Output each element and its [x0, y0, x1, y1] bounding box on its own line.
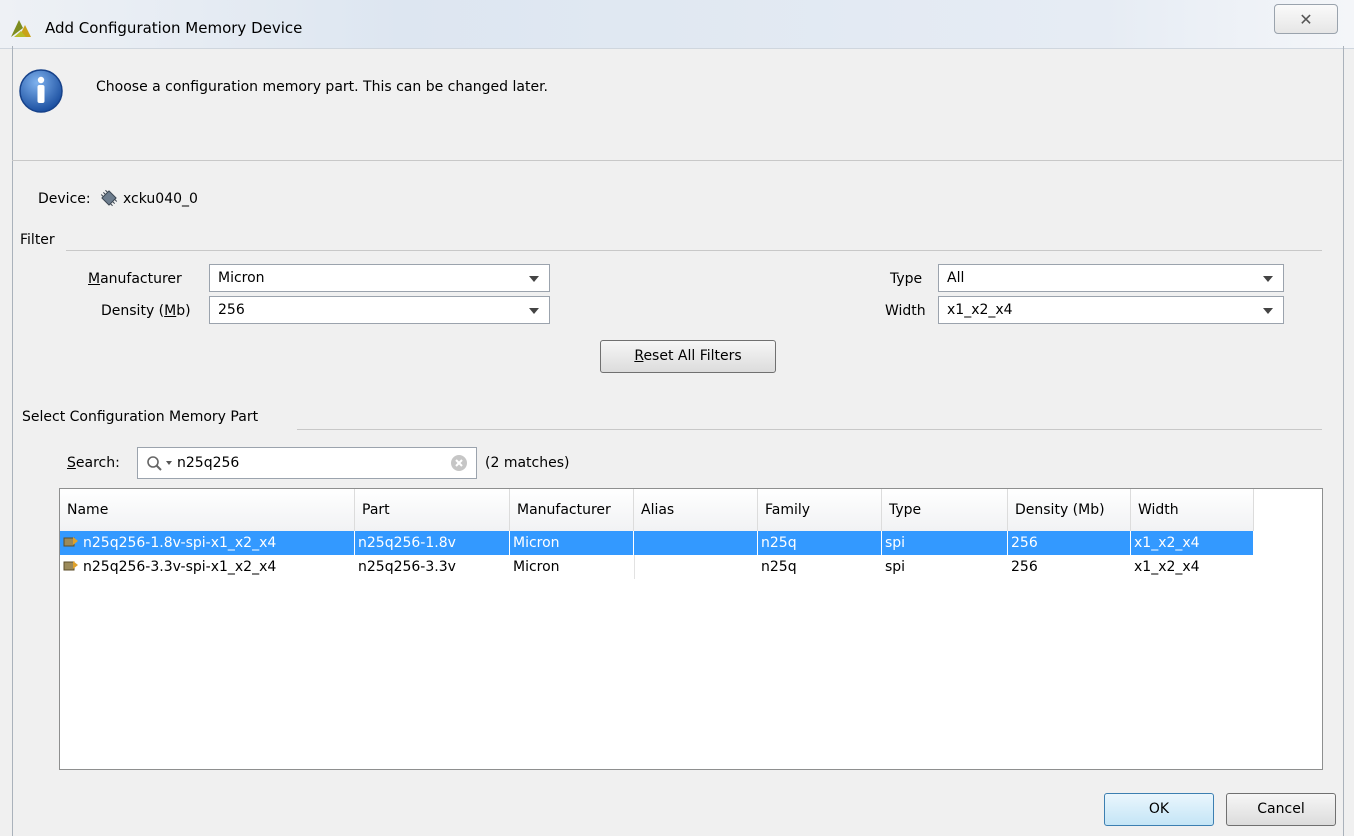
search-options-icon[interactable] [166, 461, 172, 465]
column-header-part[interactable]: Part [355, 489, 510, 531]
type-label: Type [890, 271, 923, 287]
column-header-width[interactable]: Width [1131, 489, 1254, 531]
device-value: xcku040_0 [123, 191, 198, 207]
parts-table: Name Part Manufacturer Alias Family Type… [59, 488, 1323, 770]
table-header: Name Part Manufacturer Alias Family Type… [60, 489, 1254, 532]
chevron-down-icon [529, 276, 539, 282]
search-label: Search: [67, 455, 120, 471]
table-row[interactable]: n25q256-1.8v-spi-x1_x2_x4 n25q256-1.8v M… [60, 531, 1254, 555]
info-message: Choose a configuration memory part. This… [96, 79, 548, 95]
cell-type: spi [882, 531, 1008, 555]
density-value: 256 [218, 302, 245, 318]
cell-manufacturer: Micron [510, 531, 634, 555]
column-header-alias[interactable]: Alias [634, 489, 758, 531]
vivado-logo-icon [11, 20, 31, 37]
clear-search-icon[interactable] [450, 454, 468, 472]
close-icon: ✕ [1299, 9, 1313, 29]
info-icon [19, 69, 63, 113]
cell-part: n25q256-1.8v [355, 531, 510, 555]
cell-family: n25q [758, 531, 882, 555]
column-header-family[interactable]: Family [758, 489, 882, 531]
device-label: Device: [38, 191, 91, 207]
chevron-down-icon [1263, 276, 1273, 282]
window-title: Add Configuration Memory Device [45, 19, 303, 37]
memory-part-icon [63, 561, 78, 571]
cell-density: 256 [1008, 531, 1131, 555]
cell-family: n25q [761, 559, 797, 575]
column-header-name[interactable]: Name [60, 489, 355, 531]
filter-section-label: Filter [20, 232, 55, 248]
density-select[interactable]: 256 [209, 296, 550, 324]
search-icon [147, 456, 162, 471]
cell-width: x1_x2_x4 [1131, 531, 1254, 555]
chevron-down-icon [529, 308, 539, 314]
density-label: Density (Mb) [101, 303, 191, 319]
manufacturer-select[interactable]: Micron [209, 264, 550, 292]
width-select[interactable]: x1_x2_x4 [938, 296, 1284, 324]
chip-icon [100, 189, 118, 207]
search-input[interactable]: n25q256 [137, 447, 477, 479]
header-divider [12, 160, 1342, 161]
reset-all-filters-button[interactable]: Reset All Filters [600, 340, 776, 373]
title-bar: Add Configuration Memory Device ✕ [0, 0, 1354, 49]
type-select[interactable]: All [938, 264, 1284, 292]
width-label: Width [885, 303, 926, 319]
cell-part: n25q256-3.3v [358, 559, 456, 575]
cell-alias [634, 555, 758, 579]
width-value: x1_x2_x4 [947, 302, 1013, 318]
manufacturer-value: Micron [218, 270, 265, 286]
search-value: n25q256 [177, 455, 240, 471]
cell-name: n25q256-3.3v-spi-x1_x2_x4 [60, 555, 355, 579]
cell-alias [634, 531, 758, 555]
type-value: All [947, 270, 965, 286]
column-header-manufacturer[interactable]: Manufacturer [510, 489, 634, 531]
cell-type: spi [885, 559, 906, 575]
cell-width: x1_x2_x4 [1134, 559, 1200, 575]
parts-divider [297, 429, 1322, 430]
column-header-type[interactable]: Type [882, 489, 1008, 531]
cell-density: 256 [1011, 559, 1038, 575]
cell-name: n25q256-1.8v-spi-x1_x2_x4 [60, 531, 355, 555]
ok-button[interactable]: OK [1104, 793, 1214, 826]
parts-section-label: Select Configuration Memory Part [22, 409, 259, 425]
close-button[interactable]: ✕ [1274, 4, 1338, 34]
match-count: (2 matches) [485, 455, 570, 471]
chevron-down-icon [1263, 308, 1273, 314]
cancel-button[interactable]: Cancel [1226, 793, 1336, 826]
memory-part-icon [63, 537, 78, 547]
cell-manufacturer: Micron [513, 559, 560, 575]
filter-divider [66, 250, 1322, 251]
column-header-density[interactable]: Density (Mb) [1008, 489, 1131, 531]
manufacturer-label: Manufacturer [88, 271, 182, 287]
table-row[interactable]: n25q256-3.3v-spi-x1_x2_x4 n25q256-3.3v M… [60, 555, 1254, 579]
